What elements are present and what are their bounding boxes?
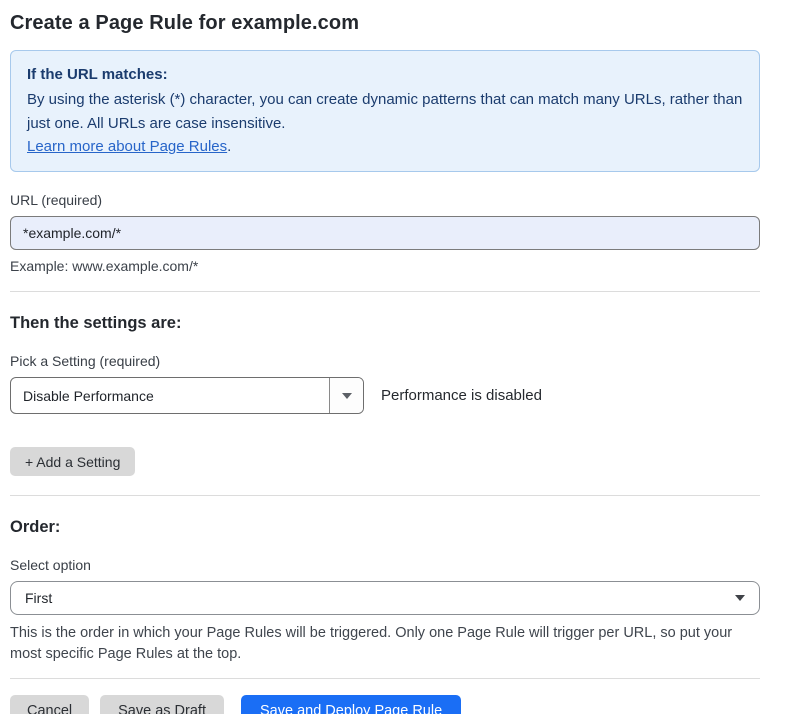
create-page-rule-dialog: Create a Page Rule for example.com If th… — [0, 0, 790, 714]
settings-section-heading: Then the settings are: — [10, 314, 760, 333]
order-section-heading: Order: — [10, 518, 760, 537]
divider — [10, 495, 760, 496]
setting-combobox-value: Disable Performance — [11, 378, 329, 413]
setting-combobox-dropdown-button[interactable] — [329, 378, 363, 413]
chevron-down-icon — [342, 393, 352, 399]
info-box-link-line: Learn more about Page Rules. — [27, 135, 743, 158]
order-select[interactable]: First — [10, 581, 760, 615]
order-help-text: This is the order in which your Page Rul… — [10, 623, 760, 665]
setting-combobox[interactable]: Disable Performance — [10, 377, 364, 414]
info-box-heading: If the URL matches: — [27, 63, 743, 86]
order-select-label: Select option — [10, 557, 760, 573]
save-and-deploy-button[interactable]: Save and Deploy Page Rule — [241, 695, 461, 714]
url-input[interactable] — [10, 216, 760, 250]
url-match-info-box: If the URL matches: By using the asteris… — [10, 50, 760, 172]
chevron-down-icon — [735, 595, 745, 601]
page-title: Create a Page Rule for example.com — [10, 12, 760, 35]
divider — [10, 678, 760, 679]
setting-row: Disable Performance Performance is disab… — [10, 377, 760, 414]
url-field-label: URL (required) — [10, 192, 760, 208]
footer-actions: Cancel Save as Draft Save and Deploy Pag… — [10, 695, 760, 714]
url-example-text: Example: www.example.com/* — [10, 258, 760, 274]
order-select-value: First — [25, 590, 52, 606]
info-box-body: By using the asterisk (*) character, you… — [27, 88, 743, 135]
pick-setting-label: Pick a Setting (required) — [10, 353, 760, 369]
save-as-draft-button[interactable]: Save as Draft — [100, 695, 224, 714]
link-suffix: . — [227, 138, 231, 155]
add-setting-button[interactable]: + Add a Setting — [10, 447, 135, 476]
learn-more-link[interactable]: Learn more about Page Rules — [27, 138, 227, 155]
setting-status-text: Performance is disabled — [381, 387, 542, 404]
divider — [10, 291, 760, 292]
cancel-button[interactable]: Cancel — [10, 695, 89, 714]
